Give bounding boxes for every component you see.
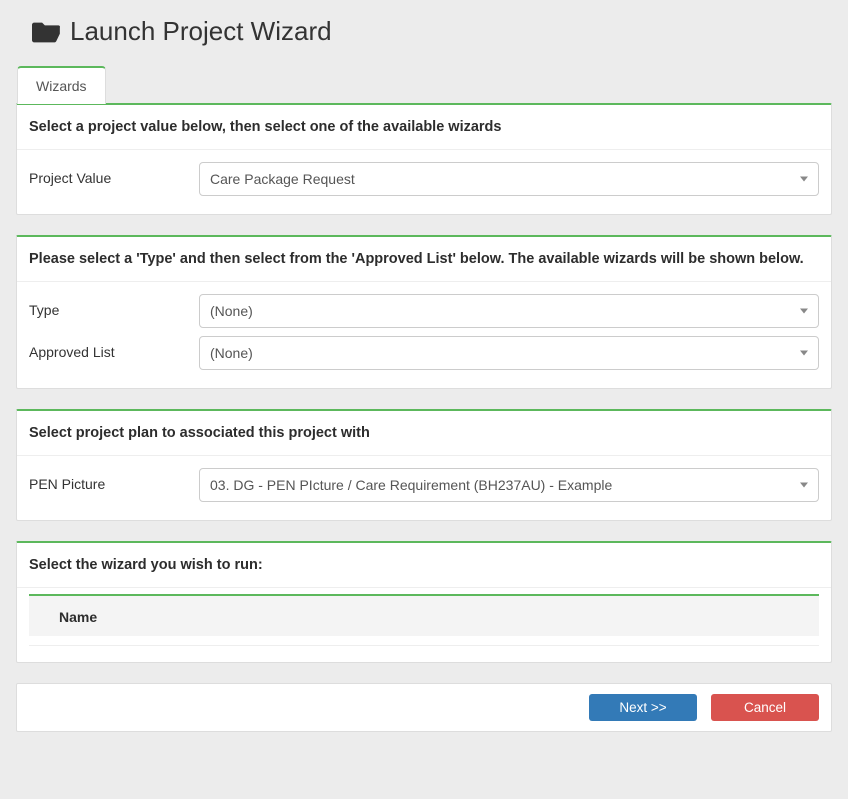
button-bar: Next >> Cancel xyxy=(16,683,832,732)
next-button[interactable]: Next >> xyxy=(589,694,697,721)
chevron-down-icon xyxy=(800,351,808,356)
panel3-heading: Select project plan to associated this p… xyxy=(17,411,831,456)
tab-wizards[interactable]: Wizards xyxy=(17,66,106,104)
approved-list-select[interactable]: (None) xyxy=(199,336,819,370)
panel2-heading: Please select a 'Type' and then select f… xyxy=(17,237,831,282)
pen-picture-select[interactable]: 03. DG - PEN PIcture / Care Requirement … xyxy=(199,468,819,502)
wizard-table: Name xyxy=(29,594,819,646)
chevron-down-icon xyxy=(800,483,808,488)
panel-type-approved: Please select a 'Type' and then select f… xyxy=(16,235,832,389)
panel-select-project-value: Select a project value below, then selec… xyxy=(16,103,832,215)
type-selected: (None) xyxy=(210,303,253,319)
tab-row: Wizards xyxy=(17,65,832,103)
project-value-selected: Care Package Request xyxy=(210,171,355,187)
folder-open-icon xyxy=(32,18,60,46)
chevron-down-icon xyxy=(800,309,808,314)
wizard-table-body xyxy=(29,636,819,646)
page-title: Launch Project Wizard xyxy=(70,16,332,47)
pen-picture-label: PEN Picture xyxy=(29,468,199,492)
page-title-row: Launch Project Wizard xyxy=(16,16,832,47)
type-select[interactable]: (None) xyxy=(199,294,819,328)
approved-list-label: Approved List xyxy=(29,336,199,360)
cancel-button[interactable]: Cancel xyxy=(711,694,819,721)
project-value-label: Project Value xyxy=(29,162,199,186)
project-value-select[interactable]: Care Package Request xyxy=(199,162,819,196)
approved-list-selected: (None) xyxy=(210,345,253,361)
panel1-heading: Select a project value below, then selec… xyxy=(17,105,831,150)
panel-project-plan: Select project plan to associated this p… xyxy=(16,409,832,521)
type-label: Type xyxy=(29,294,199,318)
pen-picture-selected: 03. DG - PEN PIcture / Care Requirement … xyxy=(210,477,612,493)
panel4-heading: Select the wizard you wish to run: xyxy=(17,543,831,588)
chevron-down-icon xyxy=(800,177,808,182)
panel-select-wizard: Select the wizard you wish to run: Name xyxy=(16,541,832,663)
wizard-table-column-name: Name xyxy=(29,596,819,636)
